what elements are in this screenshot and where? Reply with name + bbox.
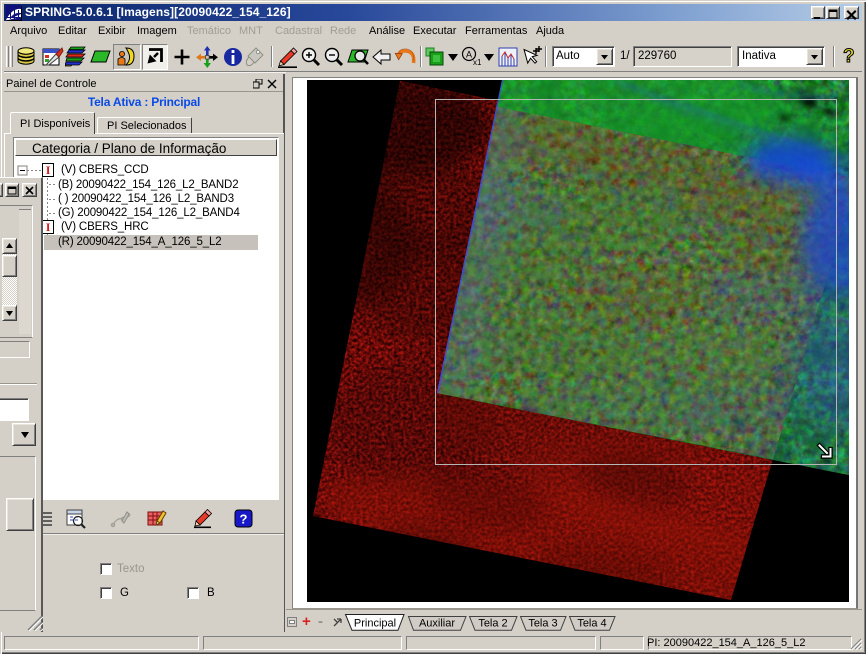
svg-text:x1: x1	[473, 58, 482, 67]
svg-text:Tela 2: Tela 2	[478, 618, 507, 630]
svg-text:Auxiliar: Auxiliar	[419, 618, 455, 630]
svg-text:?: ?	[240, 512, 248, 527]
svg-text:Principal: Principal	[354, 618, 396, 630]
svg-text:A: A	[466, 50, 472, 60]
svg-text:Tela 3: Tela 3	[528, 618, 557, 630]
svg-text:Tela 4: Tela 4	[577, 618, 606, 630]
